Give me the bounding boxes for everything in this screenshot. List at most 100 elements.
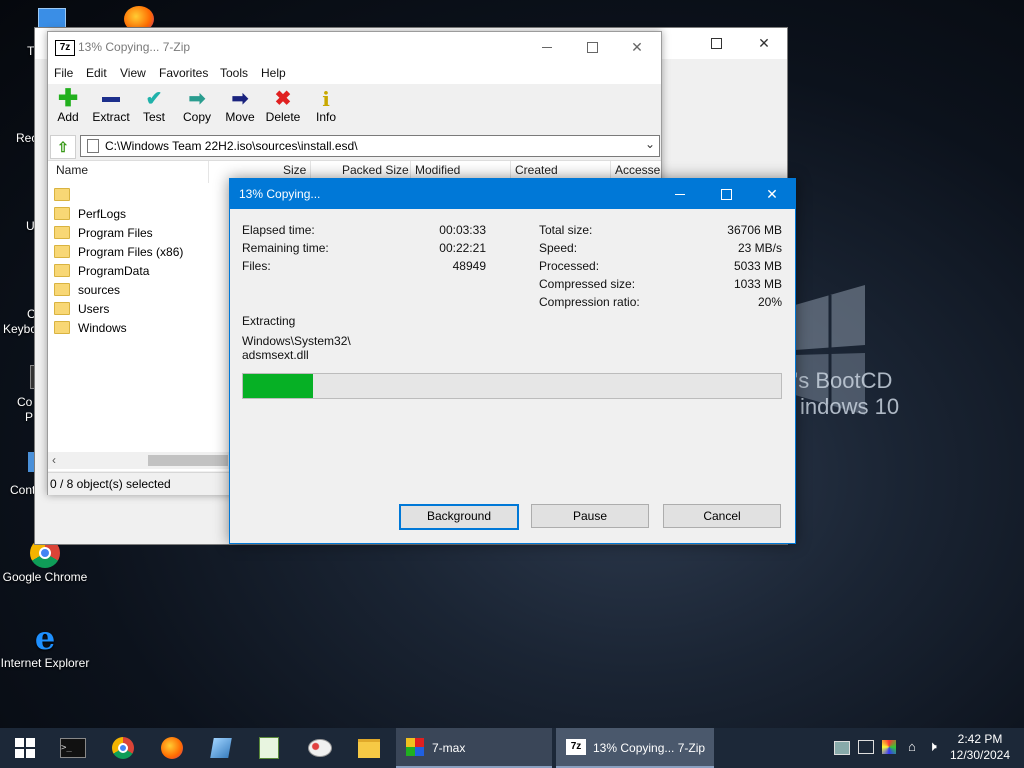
chevron-down-icon[interactable]: ⌄ [645, 137, 655, 151]
info-icon: i [322, 87, 330, 111]
sevenzip-titlebar[interactable]: 7z 13% Copying... 7-Zip ✕ [48, 32, 661, 62]
7max-icon [406, 738, 424, 756]
sevenzip-app-icon: 7z [55, 40, 75, 56]
processed-value: 5033 MB [733, 259, 782, 273]
clock[interactable]: 2:42 PM 12/30/2024 [944, 728, 1016, 768]
total-size-label: Total size: [539, 223, 593, 237]
column-header-size[interactable]: Size [283, 163, 306, 177]
scroll-left-icon[interactable]: ‹ [52, 453, 56, 467]
list-item[interactable]: Program Files [54, 223, 153, 242]
taskbar-chrome[interactable] [108, 734, 138, 762]
menu-view[interactable]: View [120, 66, 146, 80]
close-button[interactable]: ✕ [749, 179, 795, 209]
folder-icon [54, 302, 70, 315]
elapsed-time-label: Elapsed time: [242, 223, 315, 237]
close-button[interactable]: ✕ [614, 32, 660, 62]
minimize-button[interactable] [657, 179, 703, 209]
add-button[interactable]: ✚ Add [48, 87, 88, 125]
list-item[interactable]: ProgramData [54, 261, 149, 280]
desktop-icon-internet-explorer[interactable]: e Internet Explorer [0, 622, 90, 670]
taskbar-app[interactable] [254, 734, 284, 762]
maximize-button[interactable] [569, 32, 615, 62]
test-label: Test [142, 110, 165, 124]
horizontal-scrollbar[interactable]: ‹ [48, 452, 230, 469]
desktop-icon-label: Google Chrome [2, 570, 88, 584]
extract-button[interactable]: Extract [91, 88, 131, 124]
taskbar-app[interactable] [305, 734, 335, 762]
copy-arrow-icon: ➡ [188, 88, 206, 110]
files-value: 48949 [452, 259, 486, 273]
delete-button[interactable]: ✖ Delete [263, 88, 303, 124]
list-item[interactable] [54, 185, 78, 204]
remaining-time-label: Remaining time: [242, 241, 329, 255]
background-button[interactable]: Background [399, 504, 519, 530]
menu-file[interactable]: File [54, 66, 73, 80]
firefox-icon [161, 737, 183, 759]
clock-time: 2:42 PM [957, 732, 1003, 746]
close-button[interactable]: ✕ [741, 28, 787, 59]
list-item[interactable]: Program Files (x86) [54, 242, 183, 261]
up-arrow-icon: ⇧ [57, 139, 69, 155]
info-button[interactable]: i Info [306, 88, 346, 124]
taskbar-task-7zip[interactable]: 7z 13% Copying... 7-Zip [556, 728, 714, 768]
menu-tools[interactable]: Tools [220, 66, 248, 80]
files-label: Files: [242, 259, 271, 273]
test-button[interactable]: ✔ Test [134, 88, 174, 124]
column-header-modified[interactable]: Modified [415, 163, 460, 177]
cancel-button[interactable]: Cancel [663, 504, 781, 528]
speaker-muted-icon[interactable]: 🕨 [928, 738, 937, 755]
minimize-button[interactable] [524, 32, 570, 62]
file-icon [87, 139, 99, 153]
window-title: 13% Copying... 7-Zip [78, 40, 191, 54]
taskbar-app[interactable] [206, 734, 236, 762]
color-icon[interactable] [882, 740, 896, 754]
start-button[interactable] [10, 734, 40, 762]
list-item[interactable]: PerfLogs [54, 204, 126, 223]
column-header-name[interactable]: Name [56, 163, 88, 177]
copy-progress-dialog[interactable]: 13% Copying... ✕ Elapsed time: 00:03:33 … [229, 178, 796, 544]
column-header-accessed[interactable]: Accesse [615, 163, 660, 177]
dialog-titlebar[interactable]: 13% Copying... ✕ [230, 179, 795, 209]
move-button[interactable]: ➡ Move [220, 88, 260, 124]
folder-icon [54, 264, 70, 277]
network-icon[interactable] [858, 740, 874, 754]
menu-favorites[interactable]: Favorites [159, 66, 208, 80]
windows-logo-icon [15, 738, 35, 758]
menu-edit[interactable]: Edit [86, 66, 107, 80]
menubar: File Edit View Favorites Tools Help [48, 62, 661, 85]
taskbar-task-7max[interactable]: 7-max [396, 728, 552, 768]
close-icon: ✕ [758, 35, 770, 51]
status-text: 0 / 8 object(s) selected [50, 477, 171, 491]
dialog-title: 13% Copying... [239, 187, 321, 201]
progress-fill [243, 374, 313, 398]
item-name: Program Files [78, 225, 153, 240]
desktop-label-partial: Co [17, 395, 33, 409]
scroll-thumb[interactable] [148, 455, 228, 466]
address-field[interactable]: C:\Windows Team 22H2.iso\sources\install… [80, 135, 660, 157]
list-item[interactable]: sources [54, 280, 120, 299]
maximize-button[interactable] [703, 179, 749, 209]
copy-button[interactable]: ➡ Copy [177, 88, 217, 124]
taskbar-firefox[interactable] [157, 734, 187, 762]
list-item[interactable]: Users [54, 299, 109, 318]
taskbar-terminal[interactable]: >_ [58, 734, 88, 762]
list-item[interactable]: Windows [54, 318, 127, 337]
progress-bar [242, 373, 782, 399]
compression-ratio-value: 20% [757, 295, 782, 309]
item-name: Program Files (x86) [78, 244, 184, 259]
up-folder-button[interactable]: ⇧ [50, 135, 76, 159]
tray-icon[interactable] [834, 741, 850, 755]
move-arrow-icon: ➡ [231, 88, 249, 110]
taskbar-file-explorer[interactable] [354, 734, 384, 762]
maximize-button[interactable] [693, 28, 739, 59]
taskbar: >_ 7-max 7z 13% Copying... 7-Zip ⌂ 🕨 2:4… [0, 728, 1024, 768]
column-header-packed-size[interactable]: Packed Size [342, 163, 409, 177]
usb-icon[interactable]: ⌂ [908, 739, 916, 754]
menu-help[interactable]: Help [261, 66, 286, 80]
folder-icon [54, 321, 70, 334]
column-header-created[interactable]: Created [515, 163, 558, 177]
paint-icon [308, 739, 332, 757]
notepad-icon [210, 738, 232, 758]
pause-button[interactable]: Pause [531, 504, 649, 528]
maximize-icon [720, 188, 732, 200]
